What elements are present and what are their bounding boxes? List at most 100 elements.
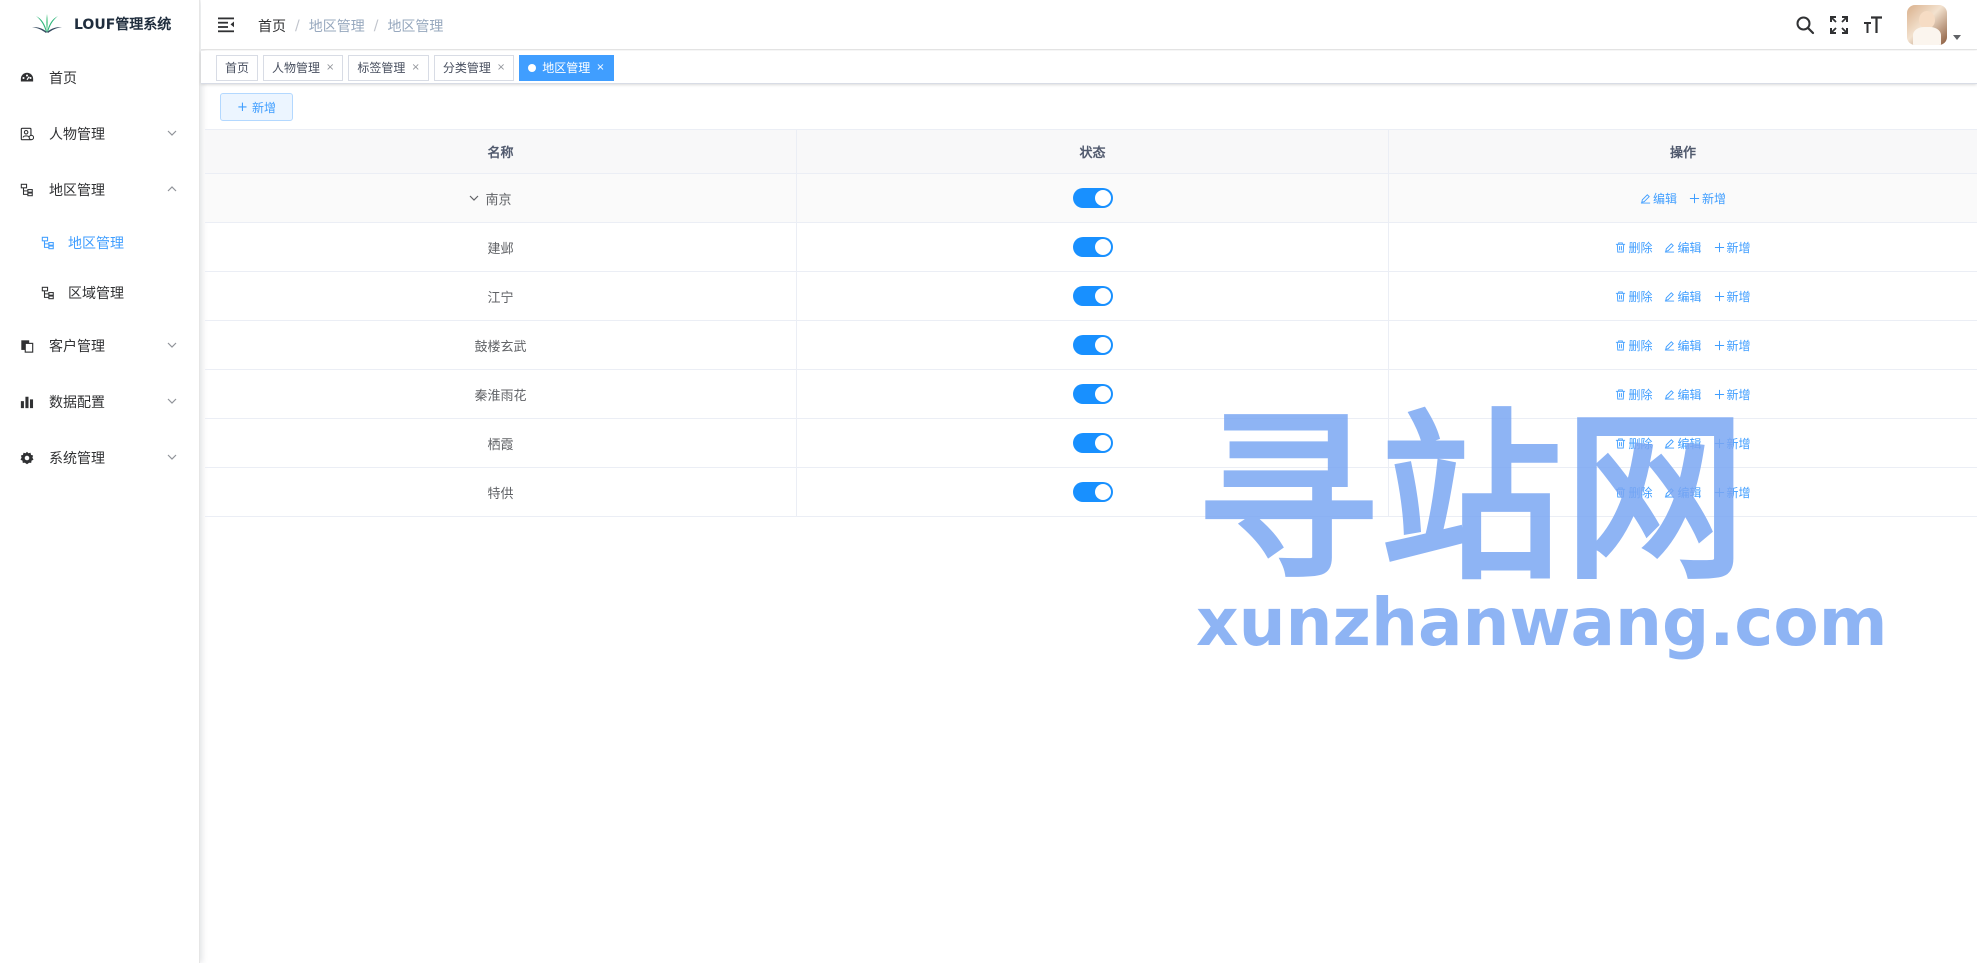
hamburger-icon[interactable] [217,15,235,33]
status-switch[interactable] [1072,384,1113,404]
chevron-down-icon [167,130,177,136]
plus-icon [1714,487,1724,497]
edit-label: 编辑 [1652,191,1677,206]
switch-knob [1094,484,1111,500]
delete-button[interactable]: 删除 [1615,337,1652,354]
column-header-status[interactable]: 状态 [797,130,1389,173]
row-actions: 删除 编辑 新增 [1615,435,1751,452]
sidebar-item-label: 地区管理 [49,183,105,199]
table-row[interactable]: 栖霞 删除 编辑 新增 [205,419,1977,468]
sidebar-subitem-area-manage[interactable]: 区域管理 [0,268,199,318]
delete-button[interactable]: 删除 [1615,239,1652,256]
gear-icon [20,451,34,465]
switch-knob [1094,288,1111,304]
sidebar-item-people[interactable]: 人物管理 [0,106,199,162]
add-child-button[interactable]: 新增 [1689,190,1726,207]
add-child-button[interactable]: 新增 [1714,435,1751,452]
add-child-button[interactable]: 新增 [1714,288,1751,305]
add-child-button[interactable]: 新增 [1714,386,1751,403]
status-switch[interactable] [1072,433,1113,453]
add-label: 新增 [1726,387,1751,402]
tag-label: 标签管理 [357,61,406,75]
delete-label: 删除 [1628,387,1653,402]
edit-button[interactable]: 编辑 [1664,435,1702,452]
status-switch[interactable] [1072,286,1113,306]
sidebar-item-data-config[interactable]: 数据配置 [0,374,199,430]
add-child-button[interactable]: 新增 [1714,484,1751,501]
active-dot-icon [528,64,537,72]
status-switch[interactable] [1072,237,1113,257]
breadcrumb-separator: / [295,18,300,34]
status-switch[interactable] [1072,482,1113,502]
edit-button[interactable]: 编辑 [1664,239,1702,256]
name-cell: 江宁 [205,272,797,320]
tag-category[interactable]: 分类管理 × [433,55,515,81]
edit-button[interactable]: 编辑 [1664,484,1702,501]
user-manage-icon [20,127,34,141]
tag-people[interactable]: 人物管理 × [263,55,344,81]
chevron-down-icon [167,454,177,460]
tag-label-manage[interactable]: 标签管理 × [348,55,429,81]
chevron-up-icon [167,186,177,192]
breadcrumb-item[interactable]: 首页 [258,16,286,36]
edit-button[interactable]: 编辑 [1664,337,1702,354]
avatar[interactable] [1907,5,1947,45]
tag-home[interactable]: 首页 [216,55,259,81]
caret-down-icon[interactable] [1953,34,1961,40]
plus-icon: + [237,99,248,115]
add-child-button[interactable]: 新增 [1714,337,1751,354]
sidebar: LOUF管理系统 首页 人物管理 地区管理 地区管理 区域管理 客户管理 数据配… [0,0,200,963]
sidebar-item-system[interactable]: 系统管理 [0,430,199,486]
edit-button[interactable]: 编辑 [1664,288,1702,305]
fullscreen-icon[interactable] [1829,15,1849,35]
add-child-button[interactable]: 新增 [1714,239,1751,256]
edit-button[interactable]: 编辑 [1640,190,1677,207]
sidebar-item-label: 客户管理 [49,339,105,355]
sidebar-item-home[interactable]: 首页 [0,50,199,106]
add-button-label: 新增 [251,100,276,115]
close-icon[interactable]: × [497,56,505,80]
region-name: 江宁 [487,290,514,306]
table-row[interactable]: 南京 编辑 新增 [205,174,1977,223]
close-icon[interactable]: × [326,56,334,80]
plus-icon [1714,438,1724,448]
logo[interactable]: LOUF管理系统 [0,0,199,48]
ops-cell: 删除 编辑 新增 [1389,223,1977,271]
edit-label: 编辑 [1677,387,1702,402]
status-switch[interactable] [1072,335,1113,355]
delete-button[interactable]: 删除 [1615,435,1652,452]
edit-icon [1665,438,1675,449]
ops-cell: 删除 编辑 新增 [1389,370,1977,418]
delete-button[interactable]: 删除 [1615,288,1652,305]
row-actions: 删除 编辑 新增 [1615,239,1751,256]
table-row[interactable]: 秦淮雨花 删除 编辑 新增 [205,370,1977,419]
search-icon[interactable] [1795,15,1815,35]
table-row[interactable]: 江宁 删除 编辑 新增 [205,272,1977,321]
add-button[interactable]: + 新增 [220,93,293,121]
sidebar-item-customer[interactable]: 客户管理 [0,318,199,374]
row-actions: 编辑 新增 [1640,190,1726,207]
sidebar-item-region[interactable]: 地区管理 [0,162,199,218]
chevron-down-icon[interactable] [469,193,479,203]
edit-icon [1640,193,1651,204]
close-icon[interactable]: × [411,56,419,80]
tag-region[interactable]: 地区管理 × [519,55,614,81]
delete-button[interactable]: 删除 [1615,386,1652,403]
table-row[interactable]: 鼓楼玄武 删除 编辑 新增 [205,321,1977,370]
sidebar-subitem-region-manage[interactable]: 地区管理 [0,218,199,268]
edit-button[interactable]: 编辑 [1664,386,1702,403]
status-switch[interactable] [1072,188,1113,208]
tags-list: 首页 人物管理 × 标签管理 × 分类管理 × 地区管理 × [201,51,1977,81]
tree-icon [20,183,33,197]
table-row[interactable]: 建邺 删除 编辑 新增 [205,223,1977,272]
delete-button[interactable]: 删除 [1615,484,1652,501]
font-size-icon[interactable] [1863,15,1883,35]
edit-icon [1665,389,1675,400]
row-actions: 删除 编辑 新增 [1615,386,1751,403]
tree-node: 南京 [469,189,531,208]
add-label: 新增 [1726,485,1751,500]
sidebar-item-label: 数据配置 [49,395,105,411]
close-icon[interactable]: × [596,56,604,80]
table-row[interactable]: 特供 删除 编辑 新增 [205,468,1977,517]
column-header-name[interactable]: 名称 [205,130,797,173]
